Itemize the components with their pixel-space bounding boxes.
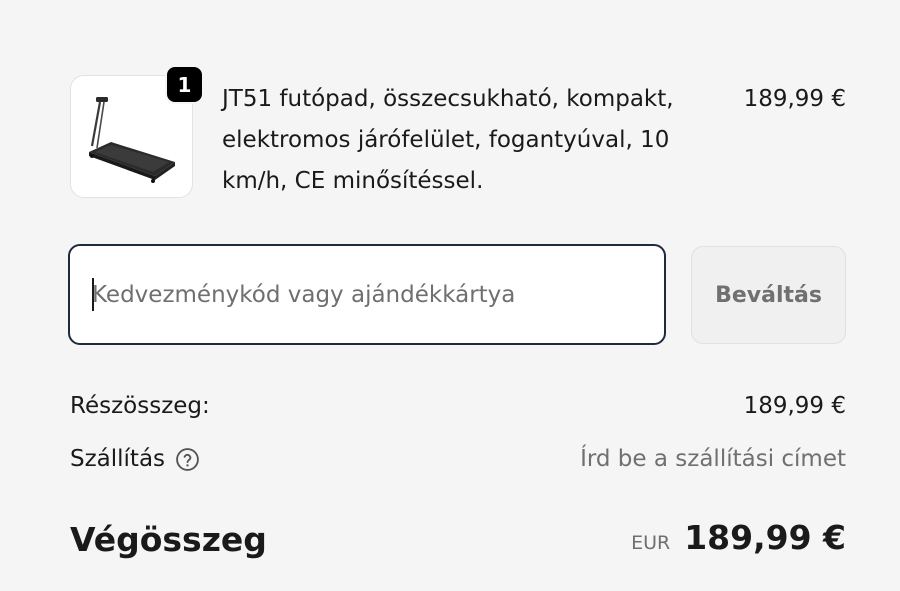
product-title: JT51 futópad, összecsukható, kompakt, el… (222, 86, 674, 194)
discount-code-input[interactable] (68, 244, 666, 345)
subtotal-row: Részösszeg: 189,99 € (70, 389, 846, 423)
subtotal-value: 189,99 € (743, 393, 846, 419)
product-price: 189,99 € (743, 86, 846, 112)
total-row: Végösszeg EUR 189,99 € (70, 516, 846, 562)
cart-line-item: 1 JT51 futópad, összecsukható, kompakt, … (70, 65, 846, 200)
currency-code: EUR (631, 532, 671, 554)
shipping-value: Írd be a szállítási címet (580, 446, 846, 472)
shipping-label-group: Szállítás (70, 442, 200, 476)
shipping-label: Szállítás (70, 446, 166, 472)
total-amount-group: EUR 189,99 € (631, 516, 846, 560)
quantity-badge: 1 (165, 65, 204, 104)
treadmill-image (89, 97, 175, 183)
total-label: Végösszeg (70, 520, 267, 559)
subtotal-label: Részösszeg: (70, 393, 210, 419)
shipping-row: Szállítás Írd be a szállítási címet (70, 442, 846, 476)
question-circle-icon[interactable] (175, 447, 200, 472)
redeem-button[interactable]: Beváltás (691, 246, 846, 344)
discount-form: Beváltás (68, 244, 846, 346)
total-value: 189,99 € (684, 518, 846, 557)
text-caret (92, 278, 94, 311)
